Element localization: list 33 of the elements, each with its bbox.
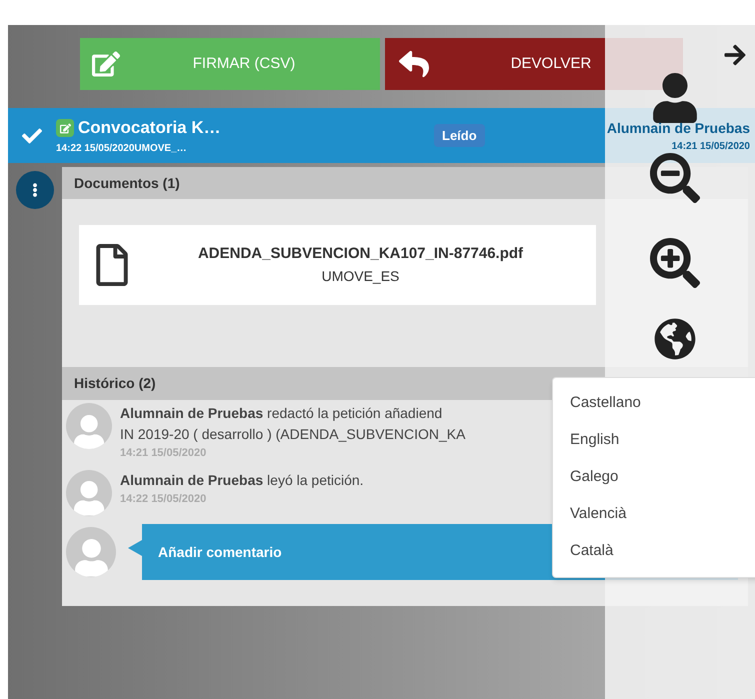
document-name: ADENDA_SUBVENCION_KA107_IN-87746.pdf [198, 244, 524, 264]
globe-icon [654, 318, 696, 360]
history-time: 14:22 15/05/2020 [120, 492, 208, 506]
author-name: Alumnain de Pruebas [606, 118, 750, 138]
user-icon [653, 73, 697, 123]
language-option[interactable]: English [553, 422, 755, 459]
more-button[interactable] [16, 171, 54, 209]
edit-icon [92, 50, 120, 78]
language-button[interactable] [654, 318, 696, 360]
language-option[interactable]: Galego [553, 459, 755, 496]
request-subtitle: 14:22 15/05/2020UMOVE_… [56, 142, 188, 156]
request-title: Convocatoria K… [78, 117, 221, 140]
history-time: 14:21 15/05/2020 [120, 446, 208, 461]
zoom-out-icon [650, 153, 700, 203]
edit-badge-icon [56, 119, 74, 137]
check-icon [22, 126, 42, 146]
history-text: Alumnain de Pruebas leyó la petición. [120, 470, 364, 490]
history-text: Alumnain de Pruebas redactó la petición añadiend IN 2019-20 ( desarrollo ) (ADENDA_SUBVENCION_KA [120, 404, 466, 444]
status-badge: Leído [434, 124, 485, 148]
zoom-in-icon [650, 238, 700, 288]
avatar-icon [66, 526, 116, 576]
avatar-icon [66, 403, 112, 449]
user-button[interactable] [653, 73, 697, 123]
zoom-out-button[interactable] [650, 153, 700, 203]
zoom-in-button[interactable] [650, 238, 700, 288]
request-date: 14:21 15/05/2020 [672, 140, 750, 154]
arrow-right-button[interactable] [723, 43, 747, 67]
arrow-right-icon [723, 43, 747, 67]
document-owner: UMOVE_ES [322, 266, 400, 286]
reply-icon [397, 49, 431, 79]
avatar-icon [66, 470, 112, 516]
file-icon [95, 244, 129, 286]
document-card[interactable]: ADENDA_SUBVENCION_KA107_IN-87746.pdf UMOVE_ES [79, 225, 596, 305]
